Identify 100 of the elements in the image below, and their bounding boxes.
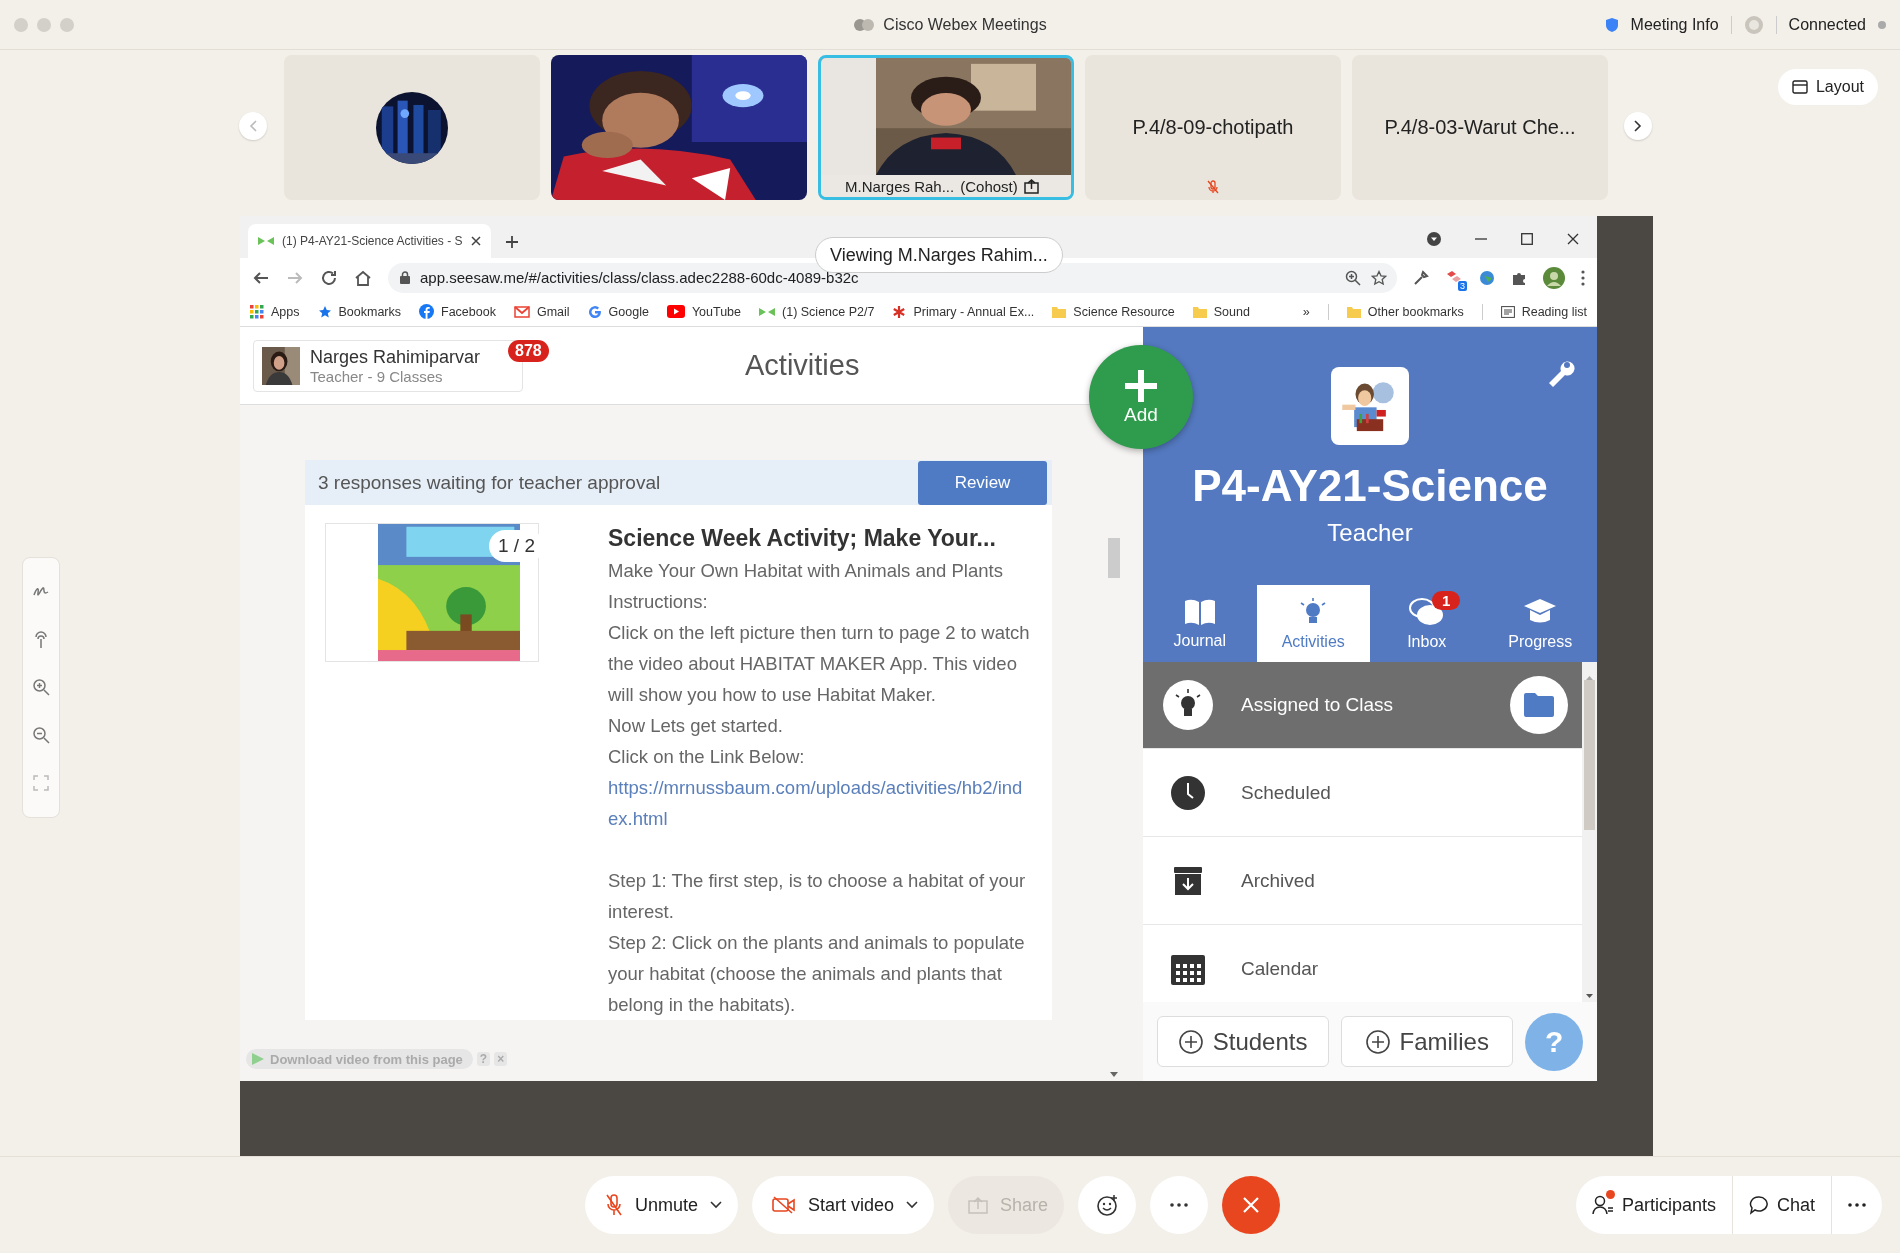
browser-tab[interactable]: (1) P4-AY21-Science Activities - S: [248, 224, 491, 258]
participant-tile[interactable]: [284, 55, 540, 200]
folder-button[interactable]: [1510, 676, 1568, 734]
zoom-out-icon[interactable]: [32, 726, 50, 745]
bookmark[interactable]: Facebook: [419, 304, 496, 319]
home-icon[interactable]: [354, 268, 372, 287]
leave-button[interactable]: [1222, 1176, 1281, 1234]
start-video-button[interactable]: Start video: [752, 1176, 935, 1234]
pointer-icon[interactable]: [32, 630, 50, 649]
smiley-icon: [1096, 1194, 1119, 1216]
reading-list[interactable]: Reading list: [1500, 304, 1587, 319]
chat-icon: [1748, 1195, 1769, 1215]
scroll-down-icon[interactable]: [1586, 994, 1593, 998]
review-button[interactable]: Review: [918, 460, 1047, 505]
bowtie-icon: [759, 306, 776, 317]
unmute-button[interactable]: Unmute: [585, 1176, 739, 1234]
participant-name: P.4/8-09-chotipath: [1132, 116, 1294, 139]
activity-link[interactable]: https://mrnussbaum.com/uploads/activities/hb2/index.html: [608, 772, 1032, 834]
video-play-icon: [666, 305, 685, 318]
bookmarks-overflow[interactable]: »: [1302, 304, 1310, 319]
bookmark[interactable]: YouTube: [666, 304, 742, 319]
person-icon: [1591, 1195, 1614, 1215]
description-text: Step 1: The first step, is to choose a habitat of your interest.: [608, 869, 1027, 924]
sharing-icon: [1023, 178, 1039, 194]
class-tab[interactable]: Journal: [1143, 585, 1257, 662]
maximize-icon[interactable]: [1521, 233, 1533, 245]
layout-button[interactable]: Layout: [1777, 69, 1878, 105]
next-button[interactable]: [1624, 112, 1652, 140]
other-bookmarks[interactable]: Other bookmarks: [1346, 304, 1464, 319]
add-people-button[interactable]: Families: [1341, 1016, 1514, 1067]
description-text: Click on the left picture then turn to page 2 to watch the video about HABITAT MAKER App. This video will show you how to use Habitat Maker.: [608, 621, 1031, 707]
class-tab[interactable]: Progress: [1483, 585, 1597, 662]
participant-tile[interactable]: P.4/8-09-chotipath: [1085, 55, 1341, 200]
chat-button[interactable]: Chat: [1731, 1176, 1831, 1234]
zoom-icon[interactable]: [1345, 269, 1361, 286]
bookmark[interactable]: Sound: [1192, 304, 1250, 319]
close-icon[interactable]: [1567, 233, 1579, 245]
star-icon: [317, 304, 332, 319]
description-text: Make Your Own Habitat with Animals and Plants: [608, 559, 1004, 583]
asterisk-icon: [892, 304, 907, 319]
bookmark[interactable]: Science Resource: [1052, 304, 1175, 319]
caret-icon[interactable]: [710, 1201, 723, 1209]
bookmark[interactable]: (1) Science P2/7: [759, 304, 875, 319]
bowtie-icon: [258, 236, 274, 246]
scroll-down-icon[interactable]: [1109, 1072, 1118, 1077]
status-dot-icon: [1878, 20, 1886, 29]
mail-icon: [513, 305, 530, 318]
class-tab[interactable]: Activities: [1256, 585, 1370, 662]
reading-list-icon: [1500, 305, 1515, 318]
apps-icon: [250, 304, 264, 319]
bookmark[interactable]: Google: [587, 304, 649, 319]
meeting-info-button[interactable]: Meeting Info: [1630, 15, 1719, 34]
star-outline-icon[interactable]: [1371, 269, 1387, 286]
folder-item[interactable]: Scheduled: [1143, 749, 1582, 837]
avatar-icon[interactable]: [1543, 266, 1565, 289]
notification-badge: 1: [1432, 591, 1461, 610]
zoom-in-icon[interactable]: [32, 678, 50, 697]
clock-icon: [1170, 774, 1206, 811]
connection-status: Connected: [1788, 15, 1866, 34]
close-icon: [1242, 1196, 1261, 1214]
video-off-icon: [772, 1196, 797, 1214]
media-control-icon[interactable]: [1427, 232, 1441, 246]
class-tab[interactable]: Inbox 1: [1370, 585, 1484, 662]
chevron-right-icon: [1634, 120, 1642, 132]
folder-item[interactable]: Archived: [1143, 837, 1582, 925]
participant-tile[interactable]: M.Narges Rah... (Cohost): [818, 55, 1074, 200]
more-options-icon[interactable]: [1581, 269, 1585, 286]
participant-name: P.4/8-03-Warut Che...: [1384, 116, 1576, 139]
folder-item[interactable]: Assigned to Class: [1143, 662, 1582, 749]
bookmark[interactable]: Gmail: [513, 304, 570, 319]
plus-circle-icon: [1365, 1029, 1390, 1054]
folder-icon: [1052, 305, 1067, 318]
class-name: P4-AY21-Science: [1192, 461, 1548, 511]
participant-tile[interactable]: P.4/8-03-Warut Che...: [1352, 55, 1608, 200]
globe-icon[interactable]: [1479, 269, 1495, 286]
close-icon[interactable]: [470, 236, 481, 246]
participants-button[interactable]: Participants: [1575, 1176, 1732, 1234]
scrollbar-thumb[interactable]: [1584, 680, 1595, 830]
recording-icon: [1743, 14, 1764, 35]
plus-circle-icon: [1178, 1029, 1203, 1054]
reload-icon[interactable]: [320, 268, 338, 287]
new-tab-icon[interactable]: [504, 235, 519, 249]
window-title: Cisco Webex Meetings: [883, 15, 1047, 34]
bookmark[interactable]: Apps: [250, 304, 300, 319]
shield-icon: [1604, 16, 1619, 33]
class-role: Teacher: [1327, 519, 1413, 547]
caret-icon[interactable]: [906, 1201, 919, 1209]
play-icon: [252, 1053, 264, 1065]
extension-badge: 3: [1458, 280, 1467, 291]
chat-bubbles-icon: [1408, 596, 1445, 627]
bookmark[interactable]: Bookmarks: [317, 304, 402, 319]
add-people-button[interactable]: Students: [1157, 1016, 1330, 1067]
bookmark[interactable]: Primary - Annual Ex...: [892, 304, 1035, 319]
eyedropper-icon[interactable]: [1413, 269, 1429, 286]
scrollbar-thumb[interactable]: [1107, 538, 1120, 578]
folder-icon: [1524, 693, 1554, 717]
activity-title[interactable]: Science Week Activity; Make Your...: [608, 523, 1032, 553]
participant-role: (Cohost): [960, 177, 1018, 195]
participant-name: M.Narges Rah...: [845, 177, 955, 195]
banner-text: 3 responses waiting for teacher approval: [318, 471, 661, 494]
